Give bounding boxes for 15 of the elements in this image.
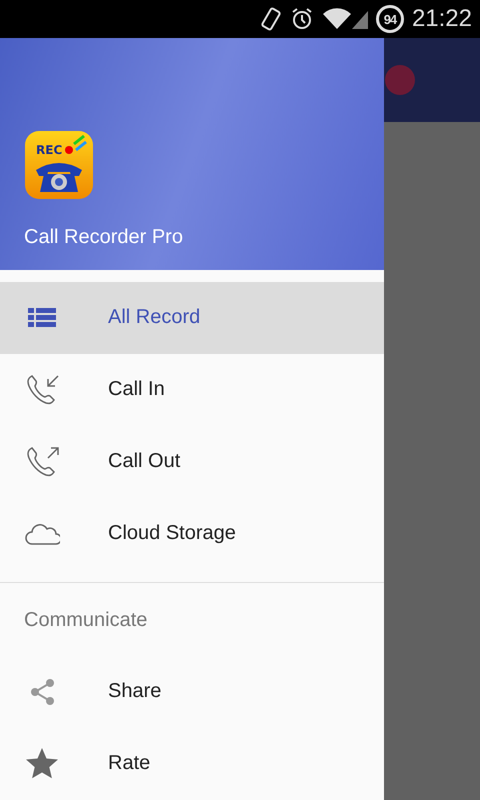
signal-icon bbox=[322, 7, 368, 31]
clock: 21:22 bbox=[412, 5, 472, 33]
menu-item[interactable]: Share bbox=[0, 656, 384, 728]
menu-item[interactable]: Call In bbox=[0, 354, 384, 426]
menu-item[interactable]: Call Out bbox=[0, 426, 384, 498]
record-indicator bbox=[385, 65, 415, 95]
battery-level: 94 bbox=[376, 5, 404, 33]
app-logo: REC bbox=[24, 130, 94, 200]
section-header: Communicate bbox=[23, 608, 148, 633]
app-name: Call Recorder Pro bbox=[24, 226, 183, 249]
menu-item[interactable]: Cloud Storage bbox=[0, 498, 384, 570]
vibrate-icon bbox=[260, 6, 282, 32]
menu-item[interactable]: All Record bbox=[0, 282, 384, 354]
alarm-icon bbox=[290, 7, 314, 31]
menu-item[interactable]: Rate bbox=[0, 728, 384, 800]
